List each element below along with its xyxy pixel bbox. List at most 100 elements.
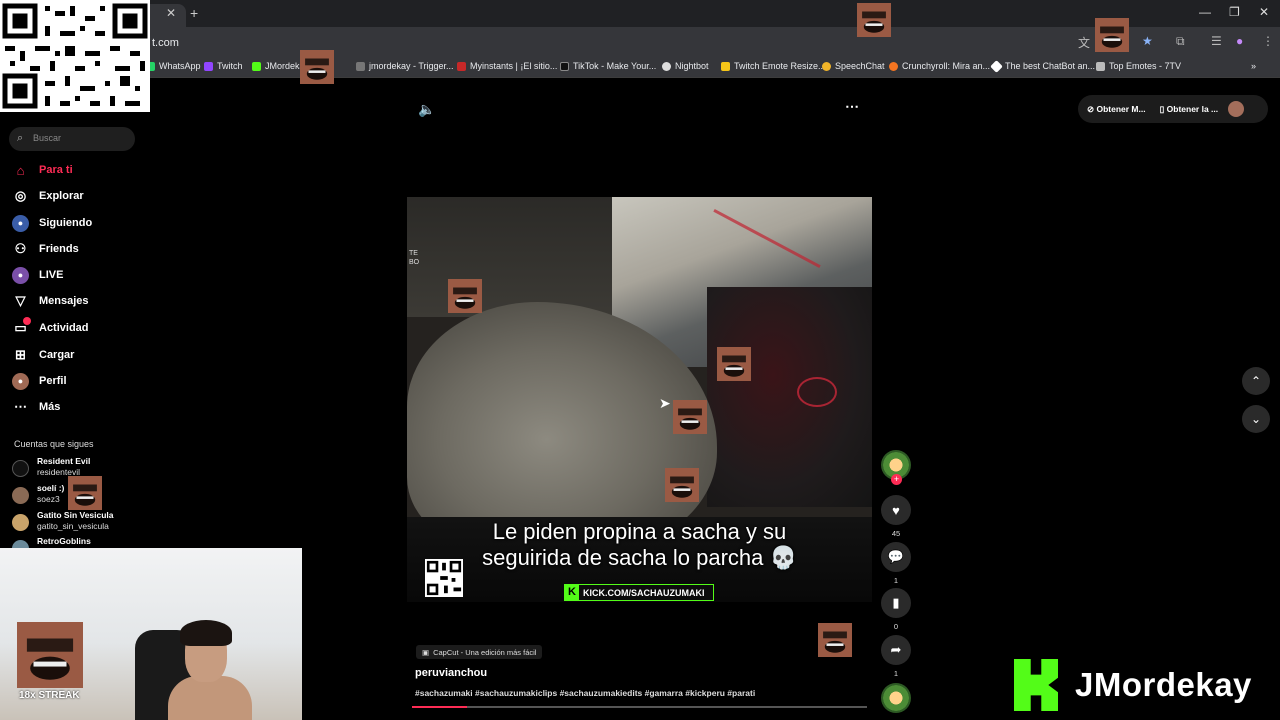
bookmark-item[interactable]: Nightbot: [662, 61, 709, 71]
nav-actividad[interactable]: ▭ Actividad: [12, 316, 142, 339]
live-avatar-icon: ●: [12, 266, 29, 284]
nav-perfil[interactable]: ● Perfil: [12, 370, 142, 392]
bookmark-item[interactable]: jmordekay - Trigger...: [356, 61, 454, 71]
capcut-tag[interactable]: ▣ CapCut - Una edición más fácil: [416, 645, 543, 659]
bookmark-item[interactable]: Myinstants | ¡El sitio...: [457, 61, 557, 71]
share-count: 1: [893, 669, 899, 678]
following-header: Cuentas que sigues: [14, 439, 94, 449]
url-text[interactable]: t.com: [152, 37, 179, 49]
nav-friends[interactable]: ⚇ Friends: [12, 238, 142, 260]
like-button[interactable]: ♥: [881, 495, 911, 525]
profile-icon[interactable]: ●: [1236, 34, 1243, 48]
streamer-hair: [180, 620, 232, 646]
previous-video-button[interactable]: ⌃: [1242, 367, 1270, 395]
like-count: 45: [891, 529, 901, 538]
get-app-button[interactable]: ⊘ Obtener M...: [1087, 104, 1146, 115]
bookmarks-bar: WhatsApp Twitch JMordekay jmordekay - Tr…: [0, 56, 1280, 78]
emote-icon: [1095, 18, 1129, 52]
video-progress-fill: [412, 706, 467, 708]
profile-avatar-icon: ●: [12, 372, 29, 390]
capcut-icon: ▣: [422, 647, 430, 657]
bookmark-item[interactable]: Top Emotes - 7TV: [1096, 61, 1181, 71]
webcam-overlay: 18x STREAK: [0, 548, 302, 720]
nav-explorar[interactable]: ◎ Explorar: [12, 185, 142, 207]
home-icon: ⌂: [16, 162, 25, 178]
search-bar[interactable]: ⌕ Buscar: [9, 127, 135, 151]
bookmark-item[interactable]: WhatsApp: [146, 61, 201, 71]
streak-counter: 18x STREAK: [19, 690, 80, 701]
emote-icon: [448, 279, 482, 313]
tab-bar: ✕ + — ❐ ✕: [0, 0, 1280, 27]
bookmark-item[interactable]: Twitch: [204, 61, 243, 71]
bookmark-item[interactable]: TikTok - Make Your...: [560, 61, 656, 71]
video-qr-code: [425, 559, 463, 597]
kick-logo-icon: K: [565, 585, 579, 600]
save-button[interactable]: ▮: [881, 588, 911, 618]
bookmark-item[interactable]: The best ChatBot an...: [990, 59, 1095, 73]
compass-icon: ◎: [14, 188, 27, 203]
following-avatar-icon: ●: [12, 214, 29, 232]
get-desktop-button[interactable]: ▯ Obtener la ...: [1160, 104, 1219, 115]
comment-count: 1: [893, 576, 899, 585]
streamer-body: [168, 676, 252, 720]
post-username[interactable]: peruvianchou: [415, 667, 487, 679]
nav-mensajes[interactable]: ▽ Mensajes: [12, 290, 142, 312]
bookmark-item[interactable]: SpeechChat: [822, 61, 885, 71]
bookmarks-overflow-icon[interactable]: »: [1251, 61, 1256, 71]
nav-cargar[interactable]: ⊞ Cargar: [12, 344, 142, 366]
kick-url-banner: K KICK.COM/SACHAUZUMAKI: [564, 584, 714, 601]
nav-live[interactable]: ● LIVE: [12, 264, 142, 286]
messages-icon: ▽: [15, 293, 26, 308]
post-hashtags[interactable]: #sachazumaki #sachauzumakiclips #sachauz…: [415, 688, 755, 698]
qr-code-overlay: [0, 0, 150, 112]
bookmark-item[interactable]: Crunchyroll: Mira an...: [889, 61, 990, 71]
avatar: [12, 460, 29, 477]
search-input[interactable]: Buscar: [33, 133, 61, 143]
activity-icon: ▭: [12, 316, 31, 337]
upload-icon: ⊞: [15, 347, 26, 362]
nav-siguiendo[interactable]: ● Siguiendo: [12, 212, 142, 234]
restore-icon[interactable]: ❐: [1229, 5, 1240, 19]
new-tab-icon[interactable]: +: [190, 5, 198, 21]
video-progress-bar[interactable]: [412, 706, 867, 708]
emote-icon: [68, 476, 102, 510]
volume-icon[interactable]: 🔈: [418, 101, 435, 118]
menu-icon[interactable]: ⋮: [1262, 34, 1274, 48]
kick-logo-icon: [1014, 659, 1058, 711]
avatar: [12, 514, 29, 531]
search-icon: ⌕: [17, 132, 24, 144]
save-count: 0: [893, 622, 899, 631]
follow-plus-icon[interactable]: +: [891, 474, 902, 485]
video-frame-console: [707, 287, 872, 507]
close-window-icon[interactable]: ✕: [1259, 5, 1269, 19]
video-caption: Le piden propina a sacha y su seguirida …: [482, 519, 797, 570]
nav-mas[interactable]: ⋯ Más: [12, 396, 142, 418]
comment-icon: 💬: [887, 549, 905, 564]
extensions-icon[interactable]: ⧉: [1176, 34, 1185, 49]
bookmark-star-icon[interactable]: ★: [1142, 34, 1153, 48]
share-icon: ➦: [890, 642, 902, 657]
close-tab-icon[interactable]: ✕: [166, 6, 176, 20]
next-video-button[interactable]: ⌄: [1242, 405, 1270, 433]
emote-icon: [857, 3, 891, 37]
share-button[interactable]: ➦: [881, 635, 911, 665]
nav-para-ti[interactable]: ⌂ Para ti: [12, 159, 142, 181]
bookmark-item[interactable]: Twitch Emote Resize...: [721, 61, 826, 71]
video-frame-gauge: [797, 377, 837, 407]
user-avatar[interactable]: [1228, 101, 1245, 117]
more-options-icon[interactable]: ⋯: [845, 98, 859, 115]
bookmark-icon: ▮: [892, 595, 900, 610]
minimize-icon[interactable]: —: [1199, 5, 1211, 19]
video-player[interactable]: TE BO Le piden propina a sacha y su segu…: [407, 197, 872, 602]
comment-button[interactable]: 💬: [881, 542, 911, 572]
emote-icon: [300, 50, 334, 84]
friends-icon: ⚇: [14, 241, 27, 256]
emote-icon: [17, 622, 83, 688]
sound-disc-avatar[interactable]: [881, 683, 911, 713]
tab-search-icon[interactable]: ☰: [1211, 34, 1222, 48]
translate-icon[interactable]: 文: [1078, 34, 1090, 51]
avatar: [12, 487, 29, 504]
phone-icon: ▯: [1159, 103, 1167, 114]
get-app-bar: ⊘ Obtener M... ▯ Obtener la ...: [1078, 95, 1268, 123]
chevron-up-icon: ⌃: [1250, 374, 1262, 388]
